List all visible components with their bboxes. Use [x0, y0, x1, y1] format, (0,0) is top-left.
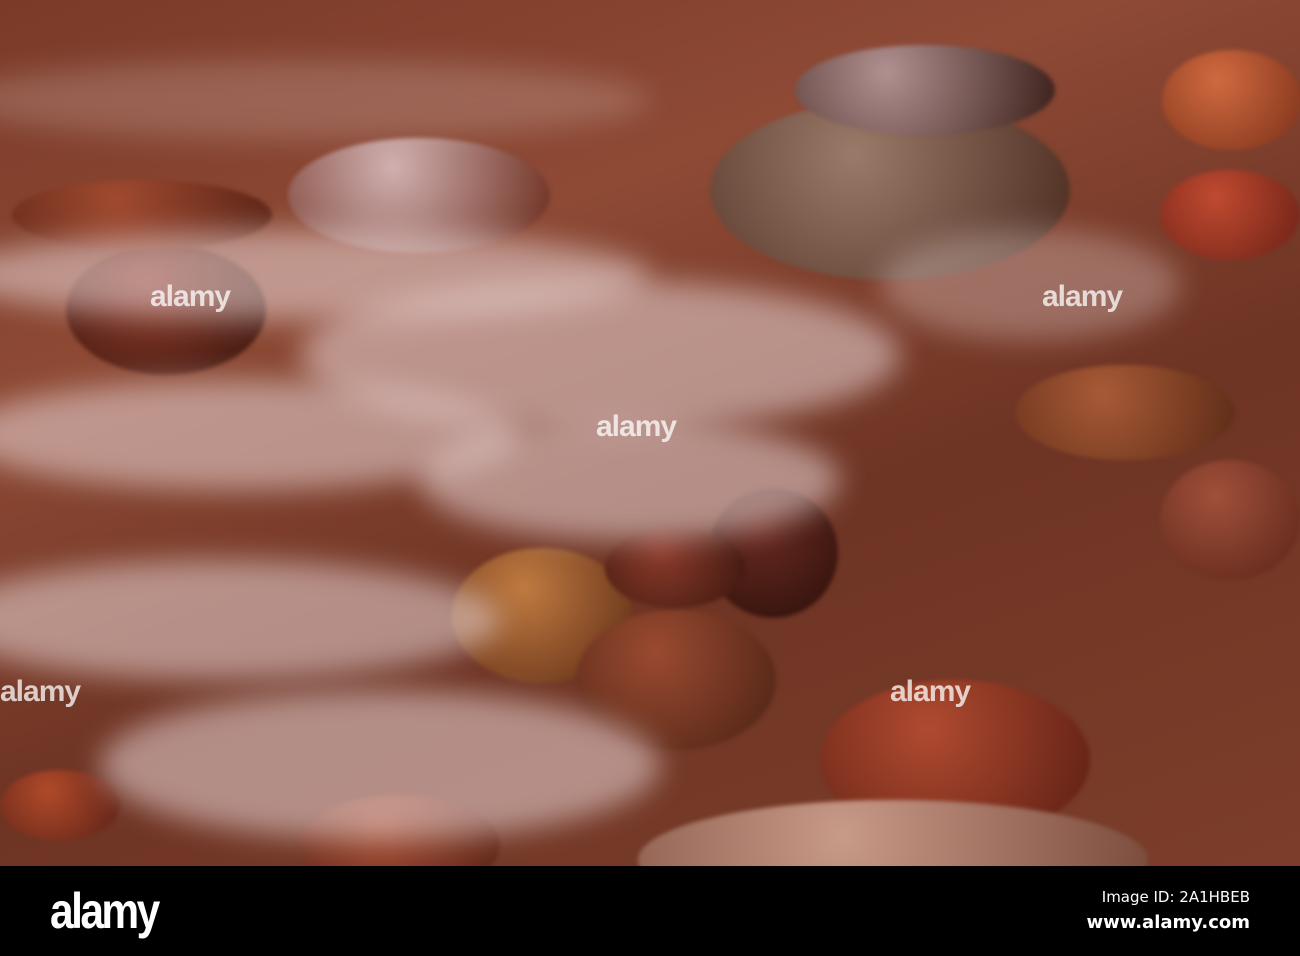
watermark: alamy	[0, 675, 81, 708]
water-flow	[0, 60, 650, 140]
rock	[1160, 170, 1300, 260]
rock	[795, 45, 1055, 135]
water-flow	[100, 690, 660, 840]
alamy-logo: alamy	[50, 883, 160, 939]
rock	[605, 528, 745, 608]
rock	[0, 770, 120, 840]
rock	[638, 800, 1148, 866]
footer-bar: alamy Image ID: 2A1HBEB www.alamy.com	[0, 866, 1300, 956]
rock	[1160, 460, 1300, 580]
water-flow	[0, 560, 500, 680]
rock	[1015, 365, 1235, 460]
rock	[1162, 50, 1300, 150]
watermark: alamy	[1042, 280, 1123, 313]
stream-photo: alamy alamy alamy alamy alamy	[0, 0, 1300, 866]
watermark: alamy	[150, 280, 231, 313]
image-id: Image ID: 2A1HBEB	[1101, 888, 1250, 906]
watermark: alamy	[596, 410, 677, 443]
water-flow	[880, 230, 1180, 340]
website-link[interactable]: www.alamy.com	[1086, 912, 1250, 933]
watermark: alamy	[890, 675, 971, 708]
